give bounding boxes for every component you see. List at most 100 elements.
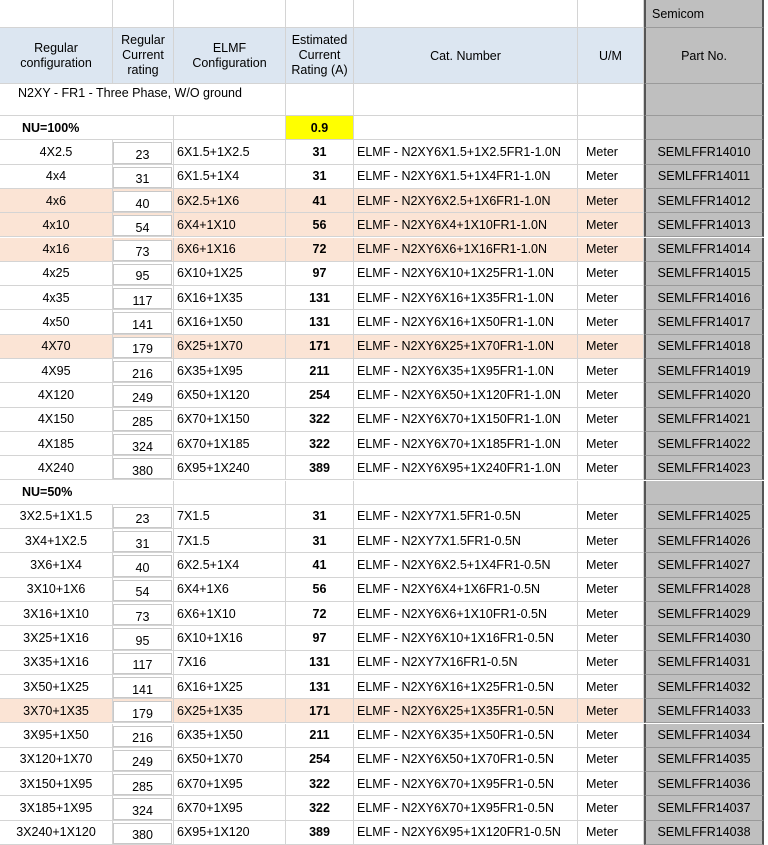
estimated-rating-cell[interactable]: 31 [286,504,354,530]
cat-number-cell[interactable]: ELMF - N2XY6X16+1X35FR1-1.0N [354,286,578,311]
cat-number-cell[interactable]: ELMF - N2XY6X50+1X70FR1-0.5N [354,747,578,773]
regular-current-cell[interactable]: 31 [113,164,174,189]
regular-current-cell[interactable]: 216 [113,723,174,748]
part-no-cell[interactable]: SEMLFFR14013 [644,213,764,238]
blank-cell[interactable] [578,84,644,116]
elmf-config-cell[interactable]: 6X4+1X10 [174,213,286,238]
blank-cell[interactable] [354,480,578,505]
cat-number-cell[interactable]: ELMF - N2XY6X16+1X25FR1-0.5N [354,674,578,700]
header-estimated-rating[interactable]: Estimated Current Rating (A) [286,28,354,84]
regular-config-cell[interactable]: 3X120+1X70 [0,747,113,773]
part-no-cell[interactable]: SEMLFFR14022 [644,431,764,457]
header-um[interactable]: U/M [578,28,644,84]
elmf-config-cell[interactable]: 7X16 [174,650,286,675]
regular-current-cell[interactable]: 23 [113,504,174,530]
um-cell[interactable]: Meter [578,674,644,700]
elmf-config-cell[interactable]: 6X10+1X16 [174,626,286,651]
um-cell[interactable]: Meter [578,310,644,335]
regular-current-cell[interactable]: 31 [113,529,174,554]
elmf-config-cell[interactable]: 6X25+1X70 [174,334,286,359]
um-cell[interactable]: Meter [578,261,644,287]
estimated-rating-cell[interactable]: 389 [286,456,354,481]
regular-current-cell[interactable]: 380 [113,820,174,845]
estimated-rating-cell[interactable]: 97 [286,261,354,287]
regular-current-cell[interactable]: 54 [113,213,174,238]
blank-cell[interactable] [113,0,174,28]
part-no-cell[interactable]: SEMLFFR14038 [644,820,764,845]
part-blank[interactable] [644,116,764,141]
regular-config-cell[interactable]: 3X150+1X95 [0,772,113,797]
blank-cell[interactable] [354,84,578,116]
part-no-cell[interactable]: SEMLFFR14034 [644,723,764,748]
blank-cell[interactable] [174,116,286,141]
um-cell[interactable]: Meter [578,383,644,408]
elmf-config-cell[interactable]: 6X70+1X185 [174,431,286,457]
part-no-cell[interactable]: SEMLFFR14023 [644,456,764,481]
um-cell[interactable]: Meter [578,213,644,238]
um-cell[interactable]: Meter [578,747,644,773]
elmf-config-cell[interactable]: 6X50+1X120 [174,383,286,408]
header-part-no[interactable]: Part No. [644,28,764,84]
regular-config-cell[interactable]: 3X2.5+1X1.5 [0,504,113,530]
part-no-cell[interactable]: SEMLFFR14037 [644,796,764,821]
regular-config-cell[interactable]: 4x16 [0,237,113,262]
regular-config-cell[interactable]: 4x10 [0,213,113,238]
um-cell[interactable]: Meter [578,699,644,724]
regular-config-cell[interactable]: 4X150 [0,407,113,432]
regular-config-cell[interactable]: 4x6 [0,188,113,214]
regular-current-cell[interactable]: 249 [113,747,174,773]
elmf-config-cell[interactable]: 6X1.5+1X2.5 [174,140,286,165]
blank-cell[interactable] [286,84,354,116]
part-no-cell[interactable]: SEMLFFR14029 [644,602,764,627]
um-cell[interactable]: Meter [578,553,644,578]
cat-number-cell[interactable]: ELMF - N2XY6X4+1X6FR1-0.5N [354,577,578,602]
estimated-rating-cell[interactable]: 322 [286,796,354,821]
estimated-rating-cell[interactable]: 41 [286,553,354,578]
part-blank[interactable] [644,84,764,116]
part-no-cell[interactable]: SEMLFFR14021 [644,407,764,432]
regular-current-cell[interactable]: 216 [113,359,174,384]
cat-number-cell[interactable]: ELMF - N2XY6X50+1X120FR1-1.0N [354,383,578,408]
blank-cell[interactable] [354,116,578,141]
estimated-rating-cell[interactable]: 254 [286,747,354,773]
um-cell[interactable]: Meter [578,237,644,262]
elmf-config-cell[interactable]: 6X2.5+1X6 [174,188,286,214]
um-cell[interactable]: Meter [578,529,644,554]
regular-current-cell[interactable]: 73 [113,237,174,262]
part-no-cell[interactable]: SEMLFFR14033 [644,699,764,724]
cat-number-cell[interactable]: ELMF - N2XY6X35+1X95FR1-1.0N [354,359,578,384]
blank-cell[interactable] [0,0,113,28]
part-no-cell[interactable]: SEMLFFR14015 [644,261,764,287]
um-cell[interactable]: Meter [578,164,644,189]
regular-config-cell[interactable]: 4X240 [0,456,113,481]
estimated-rating-cell[interactable]: 389 [286,820,354,845]
elmf-config-cell[interactable]: 6X16+1X50 [174,310,286,335]
regular-config-cell[interactable]: 4X70 [0,334,113,359]
header-elmf-config[interactable]: ELMF Configuration [174,28,286,84]
um-cell[interactable]: Meter [578,407,644,432]
estimated-rating-cell[interactable]: 322 [286,431,354,457]
part-no-cell[interactable]: SEMLFFR14018 [644,334,764,359]
regular-current-cell[interactable]: 285 [113,407,174,432]
header-regular-config[interactable]: Regular configuration [0,28,113,84]
um-cell[interactable]: Meter [578,188,644,214]
regular-current-cell[interactable]: 40 [113,553,174,578]
elmf-config-cell[interactable]: 7X1.5 [174,529,286,554]
part-no-cell[interactable]: SEMLFFR14019 [644,359,764,384]
group-label[interactable]: NU=100% [0,116,174,141]
blank-cell[interactable] [174,0,286,28]
elmf-config-cell[interactable]: 6X6+1X10 [174,602,286,627]
regular-current-cell[interactable]: 141 [113,310,174,335]
estimated-rating-cell[interactable]: 56 [286,577,354,602]
elmf-config-cell[interactable]: 6X50+1X70 [174,747,286,773]
factor-cell[interactable]: 0.9 [286,116,354,141]
part-no-cell[interactable]: SEMLFFR14011 [644,164,764,189]
um-cell[interactable]: Meter [578,602,644,627]
regular-current-cell[interactable]: 40 [113,188,174,214]
elmf-config-cell[interactable]: 6X35+1X50 [174,723,286,748]
regular-config-cell[interactable]: 3X70+1X35 [0,699,113,724]
regular-config-cell[interactable]: 4X120 [0,383,113,408]
estimated-rating-cell[interactable]: 31 [286,140,354,165]
part-no-cell[interactable]: SEMLFFR14026 [644,529,764,554]
um-cell[interactable]: Meter [578,820,644,845]
